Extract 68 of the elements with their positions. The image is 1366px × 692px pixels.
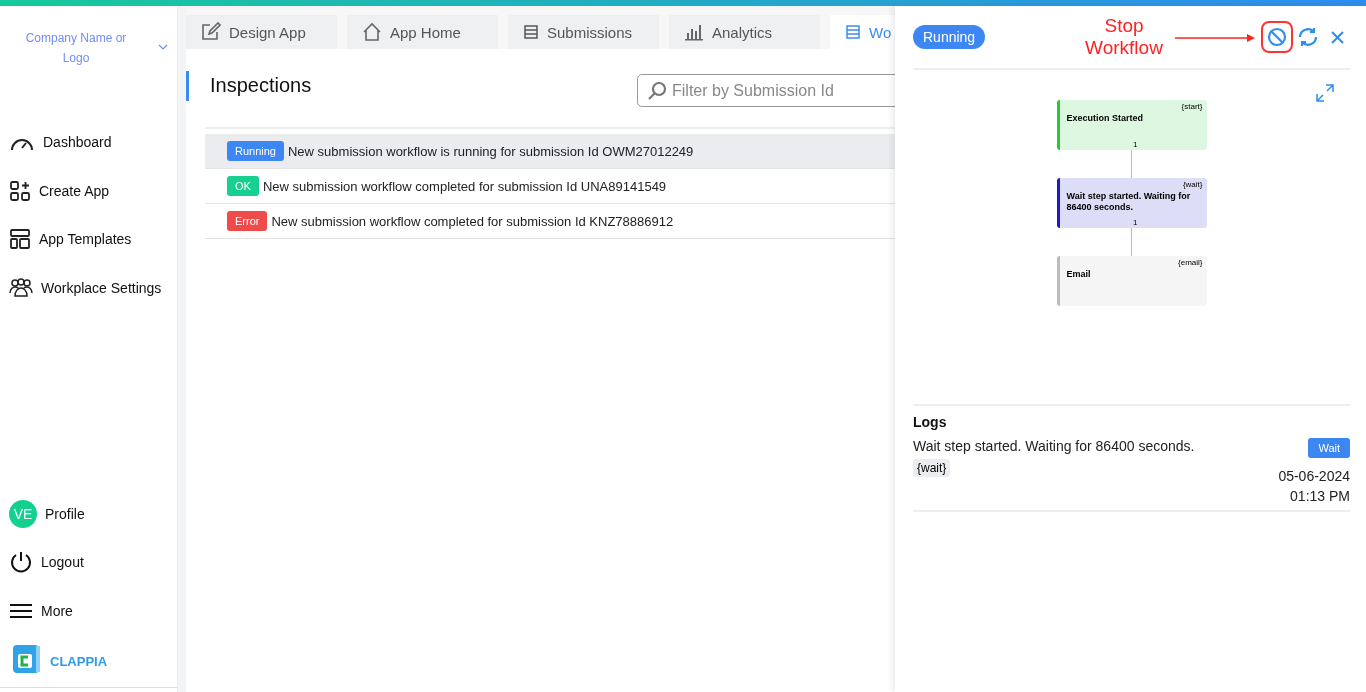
status-badge: OK <box>227 176 259 196</box>
power-icon <box>9 550 33 575</box>
workflow-run-row[interactable]: Error New submission workflow completed for submission Id KNZ78886912 <box>205 204 895 239</box>
tab[interactable]: Analytics <box>669 15 820 49</box>
workflow-node[interactable]: Execution Started {start} 1 <box>1056 100 1207 150</box>
tab[interactable]: Submissions <box>508 15 659 49</box>
add-grid-icon <box>9 179 31 202</box>
nav-item[interactable]: Workplace Settings <box>0 263 177 312</box>
node-count: 1 <box>1133 218 1138 227</box>
expand-icon <box>1316 84 1334 102</box>
refresh-icon <box>1297 26 1319 48</box>
node-title: Execution Started <box>1066 113 1145 124</box>
node-title: Wait step started. Waiting for 86400 seconds. <box>1066 191 1192 213</box>
log-message: Wait step started. Waiting for 86400 seconds. <box>913 438 1195 454</box>
workflow-node[interactable]: Wait step started. Waiting for 86400 seconds. {wait} 1 <box>1056 178 1207 228</box>
annotation-text: Stop Workflow <box>1084 15 1164 59</box>
node-tag: {email} <box>1178 258 1203 267</box>
stop-button[interactable] <box>1261 21 1293 53</box>
logo-text: CLAPPIA <box>50 653 108 669</box>
run-message: New submission workflow completed for submission Id UNA89141549 <box>262 178 667 194</box>
workflow-run-row[interactable]: Running New submission workflow is running for submission Id OWM27012249 <box>205 134 895 169</box>
tab[interactable]: App Home <box>347 15 498 49</box>
node-title: Email <box>1066 269 1092 280</box>
nav-item[interactable]: VE Profile <box>0 489 177 538</box>
chevron-down-icon[interactable] <box>158 44 168 50</box>
log-tag: {wait} <box>913 459 951 477</box>
workflow-node[interactable]: Email {email} <box>1056 256 1207 306</box>
edit-icon <box>201 22 221 42</box>
run-message: New submission workflow completed for submission Id KNZ78886912 <box>271 213 674 229</box>
log-date: 05-06-2024 <box>1278 468 1350 484</box>
avatar: VE <box>9 499 37 528</box>
company-name: Company Name or Logo <box>24 30 128 67</box>
run-message: New submission workflow is running for submission Id OWM27012249 <box>288 143 694 159</box>
nav-item[interactable]: Create App <box>0 166 177 215</box>
log-type-badge: Wait <box>1308 438 1350 458</box>
logs-heading: Logs <box>913 414 948 430</box>
search-field[interactable]: Filter by Submission Id <box>637 74 895 107</box>
status-badge: Error <box>227 211 268 231</box>
nav-item[interactable]: More <box>0 586 177 635</box>
layout-icon <box>9 228 31 251</box>
workflow-run-row[interactable]: OK New submission workflow completed for submission Id UNA89141549 <box>205 169 895 204</box>
expand-button[interactable] <box>1316 84 1334 102</box>
refresh-button[interactable] <box>1297 26 1319 48</box>
stop-icon <box>1267 27 1287 47</box>
connector-line <box>1130 150 1133 178</box>
list-icon <box>523 24 539 40</box>
nav-item[interactable]: Dashboard <box>0 118 177 167</box>
status-pill: Running <box>913 25 986 49</box>
people-icon <box>9 277 33 298</box>
log-time: 01:13 PM <box>1290 488 1350 504</box>
home-icon <box>362 22 382 42</box>
list-icon <box>845 24 861 40</box>
nav-item[interactable]: App Templates <box>0 215 177 264</box>
search-icon <box>647 81 667 101</box>
node-tag: {wait} <box>1182 180 1203 189</box>
connector-line <box>1130 228 1133 256</box>
close-button[interactable] <box>1331 30 1344 44</box>
close-icon <box>1331 30 1344 44</box>
status-badge: Running <box>227 141 284 161</box>
node-tag: {start} <box>1181 102 1203 111</box>
bar-chart-icon <box>684 23 704 41</box>
nav-item[interactable]: Logout <box>0 538 177 587</box>
logo-icon <box>12 644 42 674</box>
tab[interactable]: Design App <box>186 15 337 49</box>
menu-icon <box>9 602 33 619</box>
tab[interactable]: Wo <box>830 15 895 49</box>
page-title: Inspections <box>186 71 312 101</box>
node-count: 1 <box>1133 140 1138 149</box>
